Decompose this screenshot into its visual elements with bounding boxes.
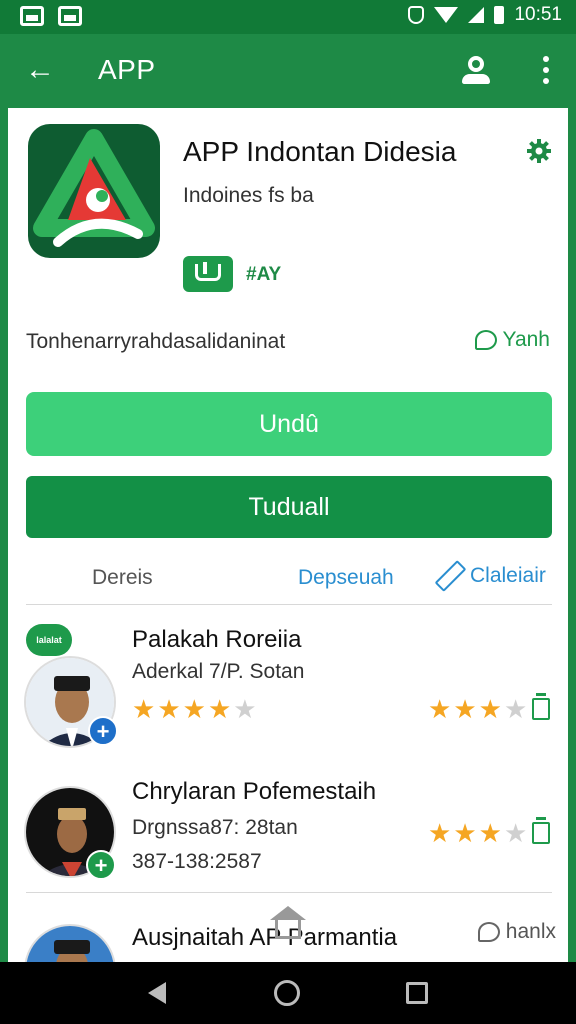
wifi-icon: [434, 7, 459, 23]
chat-link-label: Yanh: [502, 328, 551, 351]
star-icon: ★: [157, 694, 181, 724]
add-friend-icon[interactable]: +: [88, 716, 118, 746]
image-icon: [58, 6, 82, 26]
badge-text: #AY: [246, 264, 282, 285]
chat-badge-icon: lalalat: [26, 624, 72, 656]
settings-icon[interactable]: [526, 138, 552, 164]
chat-link-label: hanlx: [505, 920, 556, 943]
star-icon: ★: [428, 818, 452, 848]
star-icon: ★: [453, 694, 477, 724]
avatar[interactable]: [24, 924, 116, 964]
more-vert-icon[interactable]: [542, 56, 550, 84]
battery-icon: [494, 6, 505, 24]
reviewer-subtitle: Aderkal 7/P. Sotan: [132, 660, 305, 683]
chat-bubble-icon: [474, 330, 497, 350]
star-icon: ★: [453, 818, 477, 848]
tab-cal-label: Claleiair: [470, 564, 546, 587]
install-button[interactable]: Undû: [26, 392, 552, 456]
clipboard-icon[interactable]: [532, 817, 550, 844]
pencil-icon: [434, 562, 462, 590]
tab-dep[interactable]: Depseuah: [298, 566, 394, 590]
reviewer-subtitle: Drgnssa87: 28tan: [132, 816, 298, 839]
chat-bubble-icon: [477, 922, 500, 942]
shield-icon: [408, 6, 425, 24]
divider: [26, 604, 552, 605]
reviewer-name: Palakah Roreiia: [132, 626, 302, 653]
star-icon: ★: [132, 694, 156, 724]
tab-row: Dereis Depseuah Claleiair: [8, 556, 568, 604]
status-bar: 10:51: [0, 0, 576, 34]
status-left-icons: [20, 6, 82, 26]
tab-cal[interactable]: Claleiair: [434, 562, 546, 590]
chat-link[interactable]: Yanh: [474, 328, 551, 352]
gallery-icon: [20, 6, 44, 26]
reviewer-name: Chrylaran Pofemestaih: [132, 778, 377, 805]
star-half-icon: ★: [503, 694, 528, 724]
rating-stars-right: ★ ★ ★ ★: [428, 820, 527, 846]
status-right-icons: 10:51: [408, 4, 562, 26]
chat-link[interactable]: hanlx: [477, 920, 556, 944]
app-subtitle: Indoines fs ba: [183, 184, 314, 207]
tab-details[interactable]: Dereis: [92, 566, 153, 590]
app-description: Tonhenarryrahdasalidaninat: [26, 330, 286, 353]
star-half-icon: ★: [503, 818, 528, 848]
home-icon[interactable]: [270, 906, 306, 940]
add-friend-icon[interactable]: +: [86, 850, 116, 880]
app-bar-title: APP: [98, 54, 156, 85]
divider: [26, 892, 552, 893]
signal-icon: [468, 7, 485, 23]
back-arrow-icon[interactable]: ←: [24, 54, 56, 86]
status-time: 10:51: [514, 4, 562, 25]
app-detail-card: APP Indontan Didesia Indoines fs ba #AY …: [8, 108, 568, 964]
download-badge-icon: [183, 256, 233, 292]
secondary-button[interactable]: Tuduall: [26, 476, 552, 538]
rating-stars-right: ★ ★ ★ ★: [428, 696, 527, 722]
star-half-icon: ★: [233, 694, 257, 724]
clipboard-icon[interactable]: [532, 693, 550, 720]
star-icon: ★: [478, 694, 502, 724]
account-icon[interactable]: [460, 54, 492, 86]
system-nav-bar: [0, 962, 576, 1024]
star-icon: ★: [207, 694, 232, 724]
rating-stars: ★ ★ ★ ★ ★: [132, 696, 257, 722]
reviewer-detail: 387-138:2587: [132, 850, 262, 873]
nav-back-icon[interactable]: [148, 982, 166, 1004]
star-icon: ★: [478, 818, 502, 848]
app-logo-icon: [28, 124, 160, 258]
nav-recents-icon[interactable]: [406, 982, 428, 1004]
app-name: APP Indontan Didesia: [183, 136, 457, 167]
star-icon: ★: [428, 694, 452, 724]
app-bar: ← APP: [0, 34, 576, 106]
reviewer-name: Ausjnaitah AP Parmantia: [132, 924, 398, 951]
star-icon: ★: [182, 694, 206, 724]
nav-home-icon[interactable]: [274, 980, 300, 1006]
